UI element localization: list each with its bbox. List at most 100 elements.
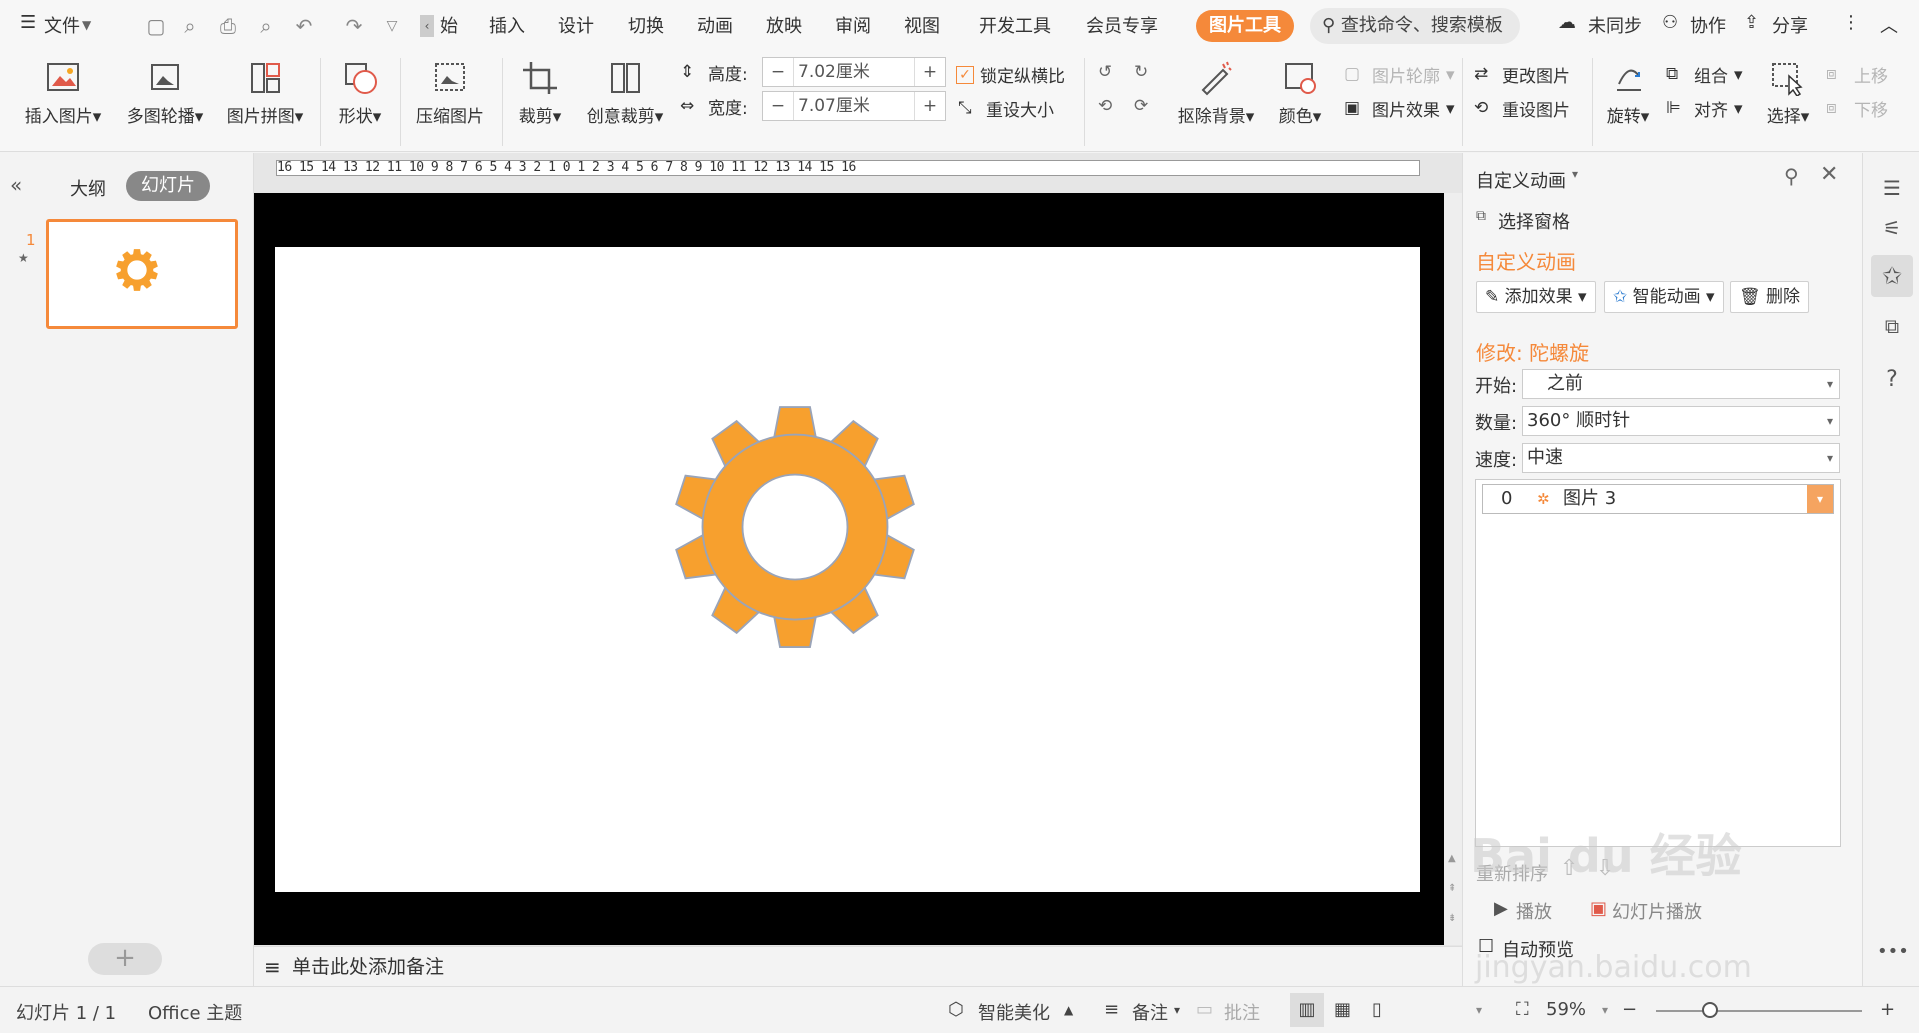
rotate-button[interactable]: 旋转▾ [1600, 60, 1656, 127]
panel-title[interactable]: 自定义动画 [1476, 167, 1566, 193]
tab-animation[interactable]: 动画 [697, 12, 733, 38]
amount-select[interactable]: 360° 顺时针 ▾ [1522, 406, 1840, 436]
redo-icon[interactable]: ↷ [342, 15, 366, 37]
smart-animation-button[interactable]: ✩ 智能动画 ▾ [1604, 281, 1724, 313]
play-icon[interactable]: ▶ [1494, 898, 1508, 919]
tab-home[interactable]: 始 [440, 12, 458, 38]
tab-design[interactable]: 设计 [558, 12, 594, 38]
slide-thumbnail[interactable] [46, 219, 238, 329]
theme-name[interactable]: Office 主题 [148, 999, 242, 1025]
width-increment-button[interactable]: + [915, 96, 945, 116]
panel-menu-icon[interactable]: ▾ [1572, 167, 1578, 181]
item-dropdown-icon[interactable]: ▾ [1807, 485, 1833, 513]
collapse-ribbon-icon[interactable]: ︿ [1880, 12, 1898, 38]
play-button[interactable]: 播放 [1516, 898, 1552, 924]
gear-picture[interactable] [670, 402, 920, 652]
animation-list-item[interactable]: 0 ✲ 图片 3 ▾ [1482, 484, 1834, 514]
group-button[interactable]: ⧉ 组合 ▾ [1666, 62, 1743, 88]
cloud-sync-icon[interactable]: ☁ [1558, 12, 1576, 33]
tab-view[interactable]: 视图 [904, 12, 940, 38]
share-button[interactable]: 分享 [1772, 12, 1808, 38]
chevron-down-icon[interactable]: ▾ [1602, 1003, 1608, 1017]
prev-slide-icon[interactable]: ⇞ [1448, 883, 1456, 894]
tab-picture-tools[interactable]: 图片工具 [1196, 10, 1294, 42]
collapse-panel-icon[interactable]: « [10, 173, 22, 197]
color-button[interactable]: 颜色▾ [1272, 60, 1328, 127]
crop-button[interactable]: 裁剪▾ [510, 60, 570, 127]
fit-window-icon[interactable]: ⛶ [1516, 999, 1529, 1020]
chevron-down-icon[interactable]: ▾ [1476, 1003, 1482, 1017]
add-effect-button[interactable]: ✎ 添加效果 ▾ [1476, 281, 1596, 313]
comment-icon[interactable]: ▭ [1196, 999, 1213, 1020]
flip-horizontal-icon[interactable]: ⟳ [1134, 96, 1148, 116]
align-button[interactable]: ⊫ 对齐 ▾ [1666, 96, 1743, 122]
shape-button[interactable]: 形状▾ [330, 60, 390, 127]
selection-pane-link[interactable]: 选择窗格 [1498, 208, 1570, 234]
reset-picture-button[interactable]: ⟲ 重设图片 [1474, 96, 1570, 122]
tab-transition[interactable]: 切换 [628, 12, 664, 38]
move-down-button[interactable]: ⧈ 下移 [1826, 96, 1888, 122]
height-decrement-button[interactable]: − [763, 62, 793, 82]
normal-view-icon[interactable]: ▥ [1290, 993, 1324, 1027]
collab-icon[interactable]: ⚇ [1662, 12, 1678, 33]
save-icon[interactable]: ▢ [144, 15, 168, 37]
format-painter-icon[interactable]: ⌕ [178, 15, 202, 37]
vertical-scrollbar[interactable]: ▲ ⇞ ⇟ [1444, 193, 1462, 945]
reset-size-button[interactable]: ⤡ 重设大小 [958, 96, 1054, 122]
width-decrement-button[interactable]: − [763, 96, 793, 116]
creative-crop-button[interactable]: 创意裁剪▾ [580, 60, 670, 127]
next-slide-icon[interactable]: ⇟ [1448, 913, 1456, 924]
multi-carousel-button[interactable]: 多图轮播▾ [120, 60, 210, 127]
height-stepper[interactable]: − 7.02厘米 + [762, 57, 946, 87]
width-input[interactable]: 7.07厘米 [793, 92, 915, 120]
height-input[interactable]: 7.02厘米 [793, 58, 915, 86]
add-slide-button[interactable]: + [88, 943, 162, 975]
print-preview-icon[interactable]: ⌕ [254, 15, 278, 37]
picture-effect-button[interactable]: ▣ 图片效果 ▾ [1344, 96, 1455, 122]
flip-vertical-icon[interactable]: ⟲ [1098, 96, 1112, 116]
zoom-level[interactable]: 59% [1546, 999, 1586, 1020]
more-icon[interactable]: ••• [1877, 937, 1909, 967]
hamburger-icon[interactable]: ☰ [20, 12, 36, 33]
pin-icon[interactable]: ⚲ [1784, 164, 1799, 188]
tab-review[interactable]: 审阅 [835, 12, 871, 38]
zoom-out-icon[interactable]: − [1622, 999, 1637, 1020]
menu-lines-icon[interactable]: ☰ [1877, 173, 1907, 203]
insert-picture-button[interactable]: 插入图片▾ [18, 60, 108, 127]
slide[interactable] [275, 247, 1420, 892]
rotate-left-icon[interactable]: ↺ [1098, 62, 1112, 82]
height-increment-button[interactable]: + [915, 62, 945, 82]
change-picture-button[interactable]: ⇄ 更改图片 [1474, 62, 1570, 88]
notes-bar[interactable]: ≡ 单击此处添加备注 [254, 946, 1462, 986]
scroll-left-icon[interactable]: ‹ [420, 15, 434, 37]
tab-developer[interactable]: 开发工具 [979, 12, 1051, 38]
width-stepper[interactable]: − 7.07厘米 + [762, 91, 946, 121]
tab-outline[interactable]: 大纲 [70, 175, 106, 201]
smart-beautify-button[interactable]: 智能美化 [978, 999, 1050, 1025]
close-icon[interactable]: ✕ [1820, 162, 1838, 187]
start-select[interactable]: 之前 ▾ [1522, 369, 1840, 399]
comments-toggle[interactable]: 批注 [1224, 999, 1260, 1025]
delete-button[interactable]: 🗑 删除 [1730, 281, 1809, 313]
reading-view-icon[interactable]: ▯ [1372, 999, 1382, 1020]
select-button[interactable]: 选择▾ [1760, 60, 1816, 127]
scroll-up-icon[interactable]: ▲ [1448, 853, 1456, 864]
tab-slideshow[interactable]: 放映 [766, 12, 802, 38]
remove-background-button[interactable]: 抠除背景▾ [1176, 60, 1256, 127]
animation-pane-icon[interactable]: ✩ [1871, 255, 1913, 297]
share-icon[interactable]: ⇪ [1744, 12, 1759, 33]
tab-member[interactable]: 会员专享 [1086, 12, 1158, 38]
notes-toggle-icon[interactable]: ≡ [1104, 999, 1119, 1020]
chevron-down-icon[interactable]: ▾ [1174, 1003, 1180, 1017]
speed-select[interactable]: 中速 ▾ [1522, 443, 1840, 473]
chevron-down-icon[interactable]: ▼ [82, 18, 91, 32]
rotate-right-icon[interactable]: ↻ [1134, 62, 1148, 82]
zoom-in-icon[interactable]: + [1880, 999, 1895, 1020]
sync-status[interactable]: 未同步 [1588, 12, 1642, 38]
smart-beautify-icon[interactable]: ⬡ [948, 999, 964, 1020]
move-up-button[interactable]: ⧈ 上移 [1826, 62, 1888, 88]
customize-toolbar-icon[interactable]: ▽ [380, 15, 404, 37]
zoom-slider-thumb[interactable] [1702, 1002, 1718, 1018]
picture-outline-button[interactable]: ▢ 图片轮廓 ▾ [1344, 62, 1455, 88]
undo-icon[interactable]: ↶ [292, 15, 316, 37]
